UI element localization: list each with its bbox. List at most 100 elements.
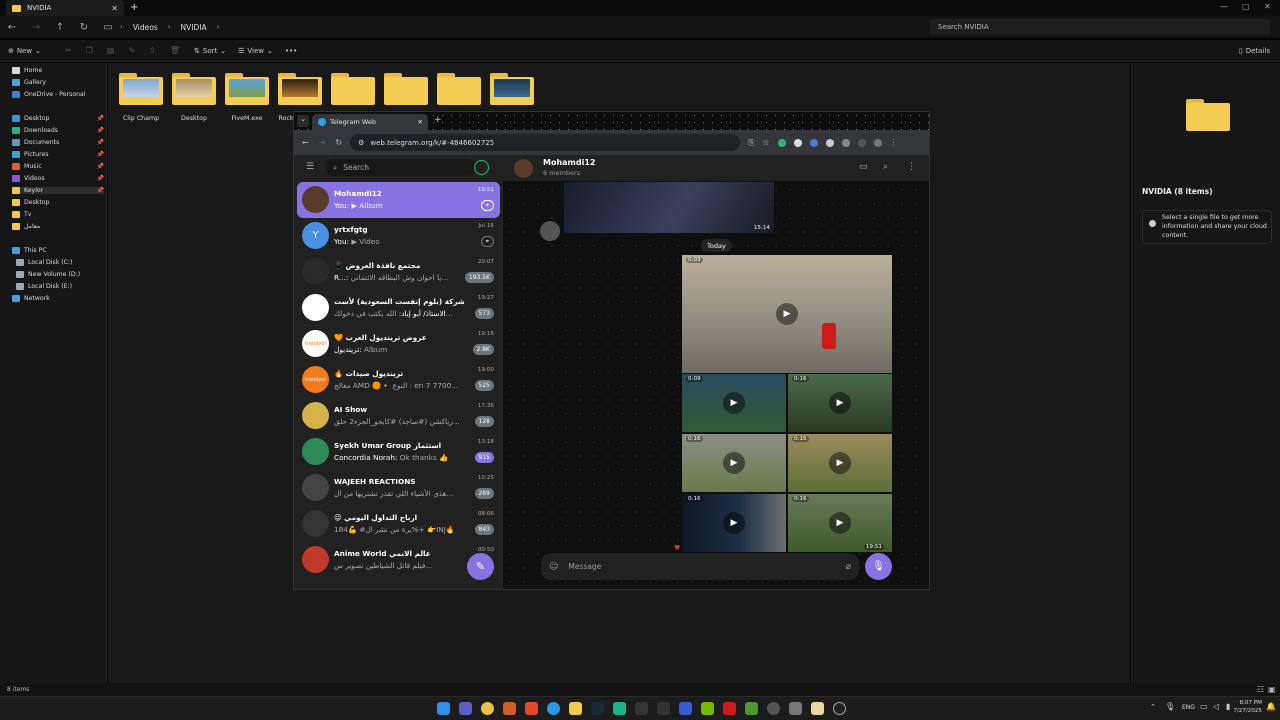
extension-icon[interactable] (809, 138, 818, 147)
emoji-icon[interactable]: ☺ (549, 562, 558, 572)
tab-search-icon[interactable]: ⌄ (297, 115, 309, 127)
paste-icon[interactable]: ▤ (107, 46, 115, 55)
details-button[interactable]: ▯ Details (1239, 47, 1270, 55)
app-icon[interactable] (613, 702, 626, 715)
chat-list-item[interactable]: 😜 ارباح التداول اليومي يرة من نشر ال# 💪1… (297, 506, 500, 542)
notepad-icon[interactable] (811, 702, 824, 715)
new-tab-button[interactable]: + (434, 115, 442, 125)
start-icon[interactable] (437, 702, 450, 715)
folder-desktop[interactable] (172, 73, 216, 105)
sender-avatar[interactable] (540, 221, 560, 241)
clock-date[interactable]: 7/27/2025 (1230, 708, 1262, 714)
profile-avatar-icon[interactable] (873, 138, 882, 147)
extension-icon[interactable] (793, 138, 802, 147)
view-button[interactable]: ☰ View ⌄ (238, 47, 273, 55)
hamburger-menu-icon[interactable]: ☰ (306, 162, 314, 172)
sidebar-item-tv[interactable]: Tv (12, 211, 104, 218)
folder-5[interactable] (331, 73, 375, 105)
play-icon[interactable]: ▶ (723, 392, 745, 414)
browser-tab-telegram[interactable]: Telegram Web ✕ (312, 114, 428, 130)
breadcrumb-nvidia[interactable]: NVIDIA (181, 23, 207, 32)
chat-list-item[interactable]: WAJEEH REACTIONS هذي الأشياء اللي تقدر ت… (297, 470, 500, 506)
chat-list-item[interactable]: AI Show رياكشن (#ساجد) #كابجو_الجزء2 حلق… (297, 398, 500, 434)
folder-6[interactable] (384, 73, 428, 105)
obs-icon[interactable] (833, 702, 846, 715)
share-icon[interactable]: ⇪ (149, 46, 156, 55)
video-thumbnail[interactable]: 15:14 (564, 182, 774, 233)
app-icon[interactable] (767, 702, 780, 715)
sidebar-item-drive-c[interactable]: Local Disk (C:) (16, 259, 108, 266)
sidebar-item-drive-e[interactable]: Local Disk (E:) (16, 283, 108, 290)
security-icon[interactable] (679, 702, 692, 715)
chat-list-item[interactable]: شركة (بلوم إنفست السعودية) لأست... الاستا… (297, 290, 500, 326)
chat-list-item[interactable]: Yyrtxfgtg You: ▶ Video Jul 16 ⌖ (297, 218, 500, 254)
new-message-button[interactable]: ✎ (467, 553, 494, 580)
album-video-3[interactable]: 0:16 ▶ (788, 374, 892, 432)
close-tab-icon[interactable]: ✕ (418, 118, 423, 126)
nvidia-icon[interactable] (701, 702, 714, 715)
video-chat-icon[interactable]: ▭ (859, 162, 868, 172)
close-window-icon[interactable]: ✕ (1264, 2, 1271, 11)
maximize-icon[interactable]: ▢ (1242, 2, 1250, 11)
extension-icon[interactable] (857, 138, 866, 147)
app-icon[interactable] (723, 702, 736, 715)
extension-icon[interactable] (777, 138, 786, 147)
up-icon[interactable]: ↑ (48, 22, 72, 33)
heart-reaction-icon[interactable]: ♥ (674, 544, 680, 552)
sidebar-item-drive-d[interactable]: New Volume (D:) (16, 271, 108, 278)
refresh-icon[interactable]: ↻ (72, 22, 96, 33)
url-bar[interactable]: ⚙ web.telegram.org/k/#-4846602725 (350, 134, 741, 151)
chat-list-item[interactable]: Mohamdi12 You: ▶ Album 19:51 ⌖ (297, 182, 500, 218)
sidebar-item-this-pc[interactable]: This PC (12, 247, 104, 254)
album-video-4[interactable]: 0:16 ▶ (682, 434, 786, 492)
chat-list-item[interactable]: Syekh Umar Group استثمار Concordia Norah:… (297, 434, 500, 470)
site-info-icon[interactable]: ⚙ (358, 139, 364, 147)
new-tab-button[interactable]: + (130, 2, 138, 13)
sidebar-item-onedrive[interactable]: OneDrive - Personal (12, 91, 104, 98)
more-options-button[interactable]: ••• (285, 47, 297, 55)
sidebar-item-pictures[interactable]: Pictures 📌 (12, 151, 104, 158)
chrome-icon[interactable] (481, 702, 494, 715)
app-icon[interactable] (789, 702, 802, 715)
clock-time[interactable]: 8:07 PM (1234, 700, 1262, 706)
delete-icon[interactable]: 🗑 (170, 46, 180, 55)
file-explorer-icon[interactable] (569, 702, 582, 715)
folder-rock[interactable] (278, 73, 322, 105)
explorer-tab[interactable]: NVIDIA ✕ (6, 0, 124, 16)
brave-icon[interactable] (525, 702, 538, 715)
folder-7[interactable] (437, 73, 481, 105)
terminal-icon[interactable] (635, 702, 648, 715)
sort-button[interactable]: ⇅ Sort ⌄ (194, 47, 226, 55)
chevron-right-icon[interactable]: › (217, 23, 220, 31)
close-tab-icon[interactable]: ✕ (111, 4, 118, 13)
chat-list-item[interactable]: trendyol 🧡 عروض ترينديول العرب ترينديول: A… (297, 326, 500, 362)
back-icon[interactable]: ← (302, 138, 309, 147)
details-view-icon[interactable]: ☷ (1257, 685, 1264, 694)
copy-icon[interactable]: ❐ (86, 46, 93, 55)
chat-list-item[interactable]: trendyol 🔥 ترينديول صيدات معالج AMD 🟠🔸 ال… (297, 362, 500, 398)
minimize-icon[interactable]: — (1220, 2, 1228, 11)
play-icon[interactable]: ▶ (723, 452, 745, 474)
menu-kebab-icon[interactable]: ⋮ (890, 138, 898, 147)
voice-record-button[interactable]: 🎙 (865, 553, 892, 580)
search-input[interactable]: Search NVIDIA (930, 19, 1270, 35)
sidebar-item-documents[interactable]: Documents 📌 (12, 139, 104, 146)
album-video-1[interactable]: 0:03 ▶ (682, 255, 892, 373)
teams-icon[interactable] (459, 702, 472, 715)
back-icon[interactable]: ← (0, 22, 24, 33)
forward-icon[interactable]: → (24, 22, 48, 33)
chat-list-item[interactable]: 📱 مجتمع نافذة العروض R...: يا احوان وش ال… (297, 254, 500, 290)
sidebar-item-home[interactable]: Home (12, 67, 104, 74)
sidebar-item-music[interactable]: Music 📌 (12, 163, 104, 170)
sidebar-item-arabic-folder[interactable]: معامل (12, 223, 104, 230)
install-icon[interactable]: ⎘ (748, 138, 754, 148)
play-icon[interactable]: ▶ (723, 512, 745, 534)
cut-icon[interactable]: ✂ (65, 46, 72, 55)
play-icon[interactable]: ▶ (829, 512, 851, 534)
message-input[interactable]: ☺ Message ⌀ (541, 553, 859, 580)
rename-icon[interactable]: ✎ (128, 46, 135, 55)
language-indicator[interactable]: ENG (1182, 704, 1195, 711)
edge-icon[interactable] (547, 702, 560, 715)
breadcrumb-videos[interactable]: Videos (133, 23, 158, 32)
sidebar-item-keylor[interactable]: Keylor 📌 (12, 187, 104, 194)
